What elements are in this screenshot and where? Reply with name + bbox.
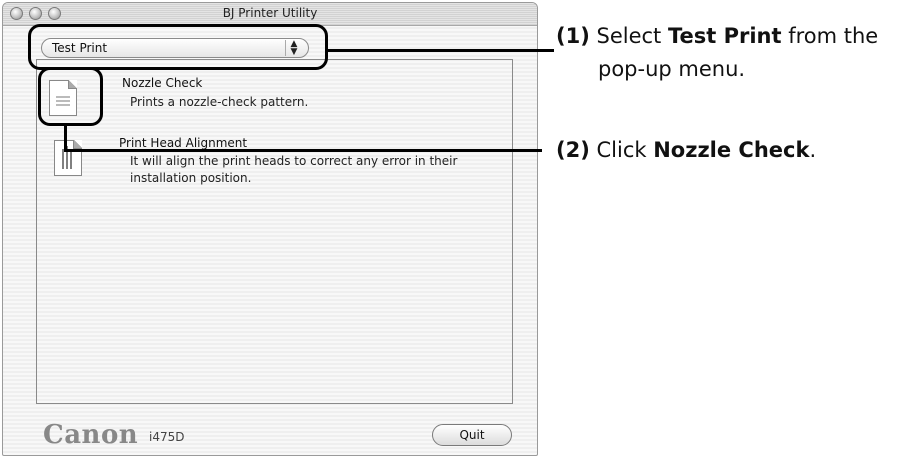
title-bar: BJ Printer Utility	[3, 3, 537, 26]
list-item-nozzle-check[interactable]: Nozzle Check Prints a nozzle-check patte…	[37, 66, 512, 126]
callout-1-leader-line	[328, 49, 554, 52]
canon-logo: Canon	[43, 420, 139, 450]
callout-2-bold: Nozzle Check	[653, 138, 810, 162]
window-title: BJ Printer Utility	[222, 6, 318, 20]
print-head-alignment-description: It will align the print heads to correct…	[130, 154, 458, 185]
quit-button[interactable]: Quit	[432, 424, 512, 446]
callout-2-leader-vertical	[64, 126, 67, 151]
callout-2-prefix: Click	[596, 138, 654, 162]
callout-1-line2: pop-up menu.	[598, 57, 746, 81]
function-list: Nozzle Check Prints a nozzle-check patte…	[36, 59, 513, 404]
popup-highlight-box	[28, 24, 328, 70]
callout-2-number: (2)	[556, 138, 590, 162]
nozzle-check-highlight-box	[38, 67, 103, 126]
callout-2-leader-line	[64, 149, 542, 152]
callout-1-text: (1) Select Test Print from the pop-up me…	[556, 20, 906, 86]
printer-model: i475D	[149, 430, 185, 444]
callout-2-suffix: .	[809, 138, 817, 162]
callout-1-bold: Test Print	[667, 24, 782, 48]
callout-2-text: (2) Click Nozzle Check.	[556, 134, 906, 167]
callout-1-prefix: Select	[596, 24, 668, 48]
nozzle-check-title: Nozzle Check	[122, 76, 203, 90]
print-head-alignment-title: Print Head Alignment	[119, 136, 248, 150]
list-item-print-head-alignment[interactable]: Print Head Alignment It will align the p…	[37, 134, 512, 194]
alignment-icon[interactable]	[54, 140, 82, 176]
callout-1-number: (1)	[556, 24, 590, 48]
callout-1-suffix: from the	[781, 24, 879, 48]
nozzle-check-description: Prints a nozzle-check pattern.	[130, 95, 309, 109]
